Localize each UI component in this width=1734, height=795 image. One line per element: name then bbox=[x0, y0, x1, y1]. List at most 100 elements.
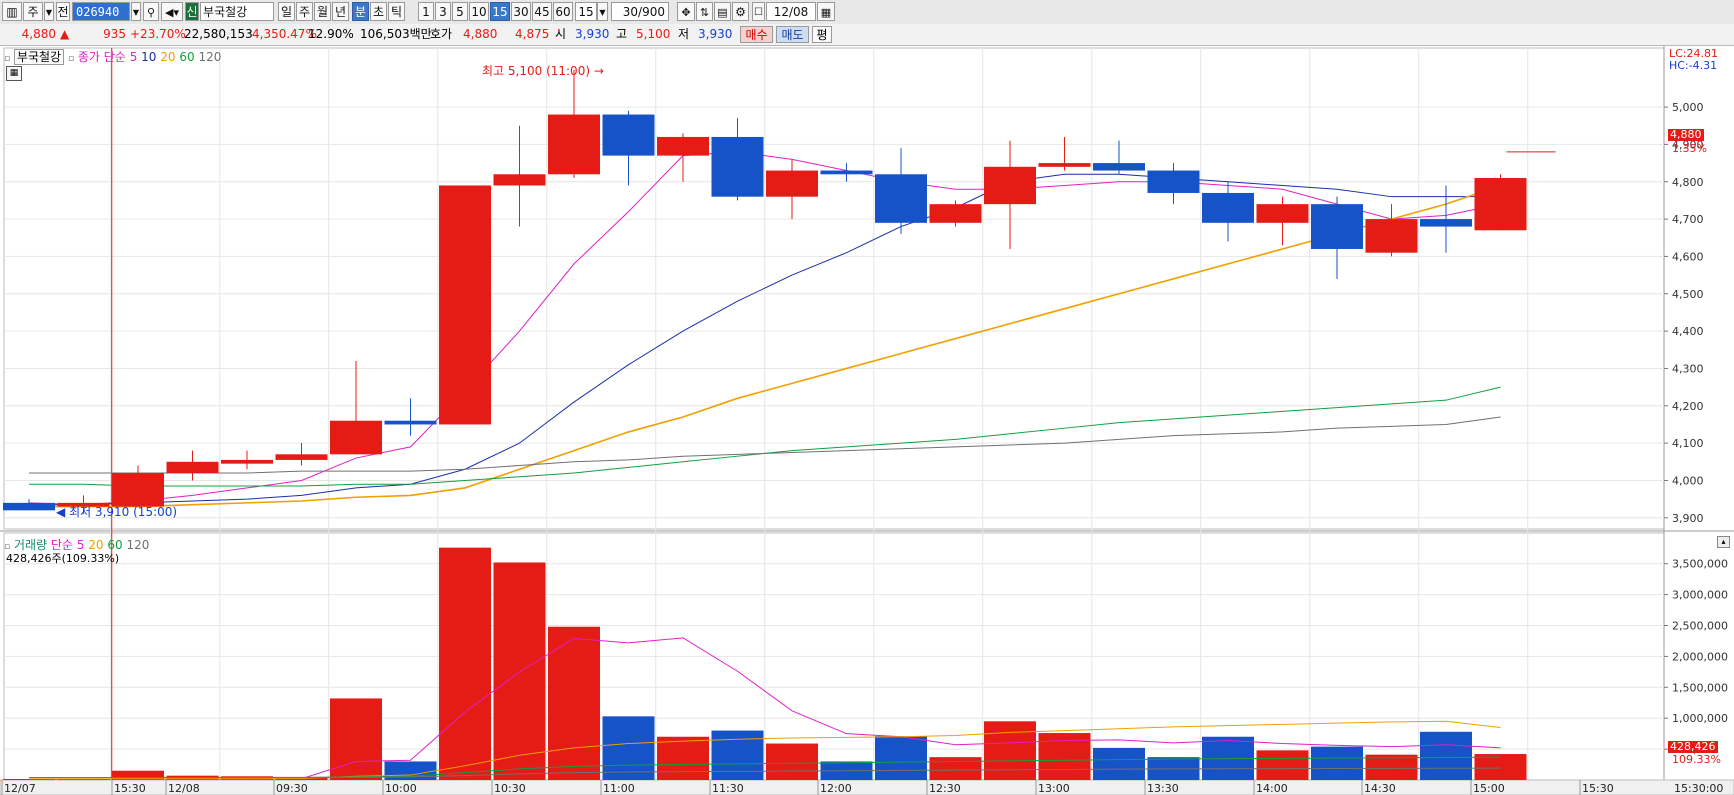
period-minute-button[interactable]: 분 bbox=[352, 2, 369, 21]
chevron-down-icon[interactable]: ▼ bbox=[597, 2, 608, 21]
date-checkbox[interactable]: ☐ bbox=[752, 2, 765, 21]
high-label: 고 bbox=[616, 27, 628, 41]
stock-code-input[interactable]: 026940 bbox=[72, 2, 130, 21]
chevron-down-icon[interactable]: ▼ bbox=[131, 2, 141, 21]
window-menu-icon[interactable]: ▥ bbox=[2, 2, 22, 21]
volume-bar bbox=[330, 698, 382, 780]
period-week-button[interactable]: 주 bbox=[296, 2, 313, 21]
volume-tick-label: 1,500,000 bbox=[1672, 681, 1728, 694]
candle-body bbox=[384, 420, 437, 425]
volume-bar bbox=[711, 730, 764, 780]
period-month-button[interactable]: 월 bbox=[314, 2, 331, 21]
low-label: 저 bbox=[678, 27, 690, 41]
interval-button[interactable]: 10 bbox=[469, 2, 489, 21]
open-price: 3,930 bbox=[575, 27, 610, 41]
trade-amount: 106,503백만 bbox=[360, 27, 432, 41]
chart-toolbar: ▥ 주 ▼ 전 026940 ▼ ⚲ ◀▾ 신 부국철강 일 주 월 년 분 초… bbox=[0, 0, 1734, 25]
volume-bar bbox=[984, 721, 1036, 780]
price-tick-label: 4,800 bbox=[1672, 176, 1704, 189]
turnover-rate: 12.90% bbox=[308, 27, 354, 41]
interval-button[interactable]: 5 bbox=[452, 2, 468, 21]
open-label: 시 bbox=[555, 27, 567, 41]
prev-button[interactable]: 전 bbox=[56, 2, 70, 21]
current-price-tag: 4,880 bbox=[1668, 128, 1704, 141]
low-price: 3,930 bbox=[698, 27, 733, 41]
indicator-icon[interactable]: ⇅ bbox=[696, 2, 713, 21]
stock-name-field[interactable]: 부국철강 bbox=[200, 2, 274, 21]
count-input[interactable]: 30/900 bbox=[611, 2, 669, 21]
volume-tick-label: 3,000,000 bbox=[1672, 589, 1728, 602]
period-second-button[interactable]: 초 bbox=[370, 2, 387, 21]
chevron-down-icon[interactable]: ▼ bbox=[44, 2, 54, 21]
save-icon[interactable]: ▤ bbox=[714, 2, 731, 21]
price-tick-label: 5,000 bbox=[1672, 101, 1704, 114]
candle-body bbox=[984, 166, 1036, 205]
candle-body bbox=[221, 459, 273, 464]
x-axis-label: 12:30 bbox=[929, 782, 961, 795]
volume-tick-label: 2,500,000 bbox=[1672, 620, 1728, 633]
interval-button-selected[interactable]: 15 bbox=[490, 2, 510, 21]
x-axis-label: 12/08 bbox=[168, 782, 200, 795]
crosshair-icon[interactable]: ✥ bbox=[677, 2, 695, 21]
x-axis-label: 15:30 bbox=[114, 782, 146, 795]
volume-bar bbox=[657, 736, 709, 780]
candle-body bbox=[820, 170, 873, 175]
high-price: 5,100 bbox=[636, 27, 671, 41]
x-axis-label: 15:30 bbox=[1582, 782, 1614, 795]
chart-area: 5,000 4,900 4,800 4,700 4,600 4,500 4,400 4,300… bbox=[0, 46, 1734, 795]
collapse-icon[interactable]: ▫ bbox=[4, 54, 10, 64]
period-day-button[interactable]: 일 bbox=[278, 2, 295, 21]
quote-bar: 4,880 ▲ 935 +23.70% 22,580,153 4,350.47%… bbox=[0, 24, 1734, 46]
chart-type-select[interactable]: 주 bbox=[23, 2, 43, 21]
price-tick-label: 3,900 bbox=[1672, 512, 1704, 525]
search-icon[interactable]: ⚲ bbox=[143, 2, 159, 21]
interval-button[interactable]: 45 bbox=[532, 2, 552, 21]
hc-label: HC:-4.31 bbox=[1668, 59, 1718, 72]
buy-button[interactable]: 매수 bbox=[740, 26, 773, 43]
volume-bar bbox=[766, 743, 818, 780]
date-input[interactable]: 12/08 bbox=[766, 2, 816, 21]
candle-body bbox=[1202, 192, 1254, 223]
price-legend: ▫ 부국철강 ▫ 종가 단순 5 10 20 60 120 bbox=[4, 48, 221, 65]
interval-button[interactable]: 3 bbox=[435, 2, 451, 21]
gear-icon[interactable]: ⚙ bbox=[732, 2, 749, 21]
speaker-icon[interactable]: ◀▾ bbox=[161, 2, 183, 21]
candle-body bbox=[657, 136, 709, 156]
price-tick-label: 4,600 bbox=[1672, 250, 1704, 263]
volume-bar bbox=[1365, 754, 1418, 780]
current-price-pct: 1.35% bbox=[1672, 142, 1707, 155]
interval-button[interactable]: 60 bbox=[553, 2, 573, 21]
collapse-icon[interactable]: ▫ bbox=[68, 54, 74, 64]
eval-button[interactable]: 평 bbox=[812, 26, 832, 43]
volume-value: 22,580,153 bbox=[184, 27, 253, 41]
interval-button[interactable]: 1 bbox=[418, 2, 434, 21]
sell-button[interactable]: 매도 bbox=[776, 26, 809, 43]
period-tick-button[interactable]: 틱 bbox=[388, 2, 405, 21]
maximize-icon[interactable]: ▴ bbox=[1717, 536, 1730, 548]
grid-toggle-icon[interactable]: ▦ bbox=[6, 66, 22, 81]
volume-bar bbox=[1474, 754, 1527, 780]
candle-body bbox=[3, 502, 55, 511]
volume-bar bbox=[602, 716, 655, 780]
x-axis-label: 15:30:00 bbox=[1674, 782, 1723, 795]
interval-select[interactable]: 15 bbox=[575, 2, 597, 21]
current-volume-pct: 109.33% bbox=[1672, 753, 1721, 766]
candle-body bbox=[439, 185, 491, 425]
candle-body bbox=[711, 136, 764, 197]
price-tick-label: 4,200 bbox=[1672, 400, 1704, 413]
x-axis-label: 15:00 bbox=[1473, 782, 1505, 795]
candle-body bbox=[1311, 204, 1363, 249]
high-annotation-text: 최고 5,100 (11:00) bbox=[482, 64, 591, 78]
volume-bar bbox=[1093, 747, 1145, 780]
calendar-icon[interactable]: ▦ bbox=[817, 2, 835, 21]
current-price: 4,880 bbox=[21, 27, 56, 41]
candle-body bbox=[1147, 170, 1200, 193]
candle-body bbox=[766, 170, 818, 197]
up-arrow-icon: ▲ bbox=[60, 27, 70, 41]
volume-bar bbox=[929, 757, 982, 780]
interval-button[interactable]: 30 bbox=[511, 2, 531, 21]
price-panel-frame bbox=[3, 47, 1665, 530]
candle-body bbox=[875, 174, 927, 223]
volume-readout: 428,426주(109.33%) bbox=[6, 552, 120, 565]
period-year-button[interactable]: 년 bbox=[332, 2, 349, 21]
